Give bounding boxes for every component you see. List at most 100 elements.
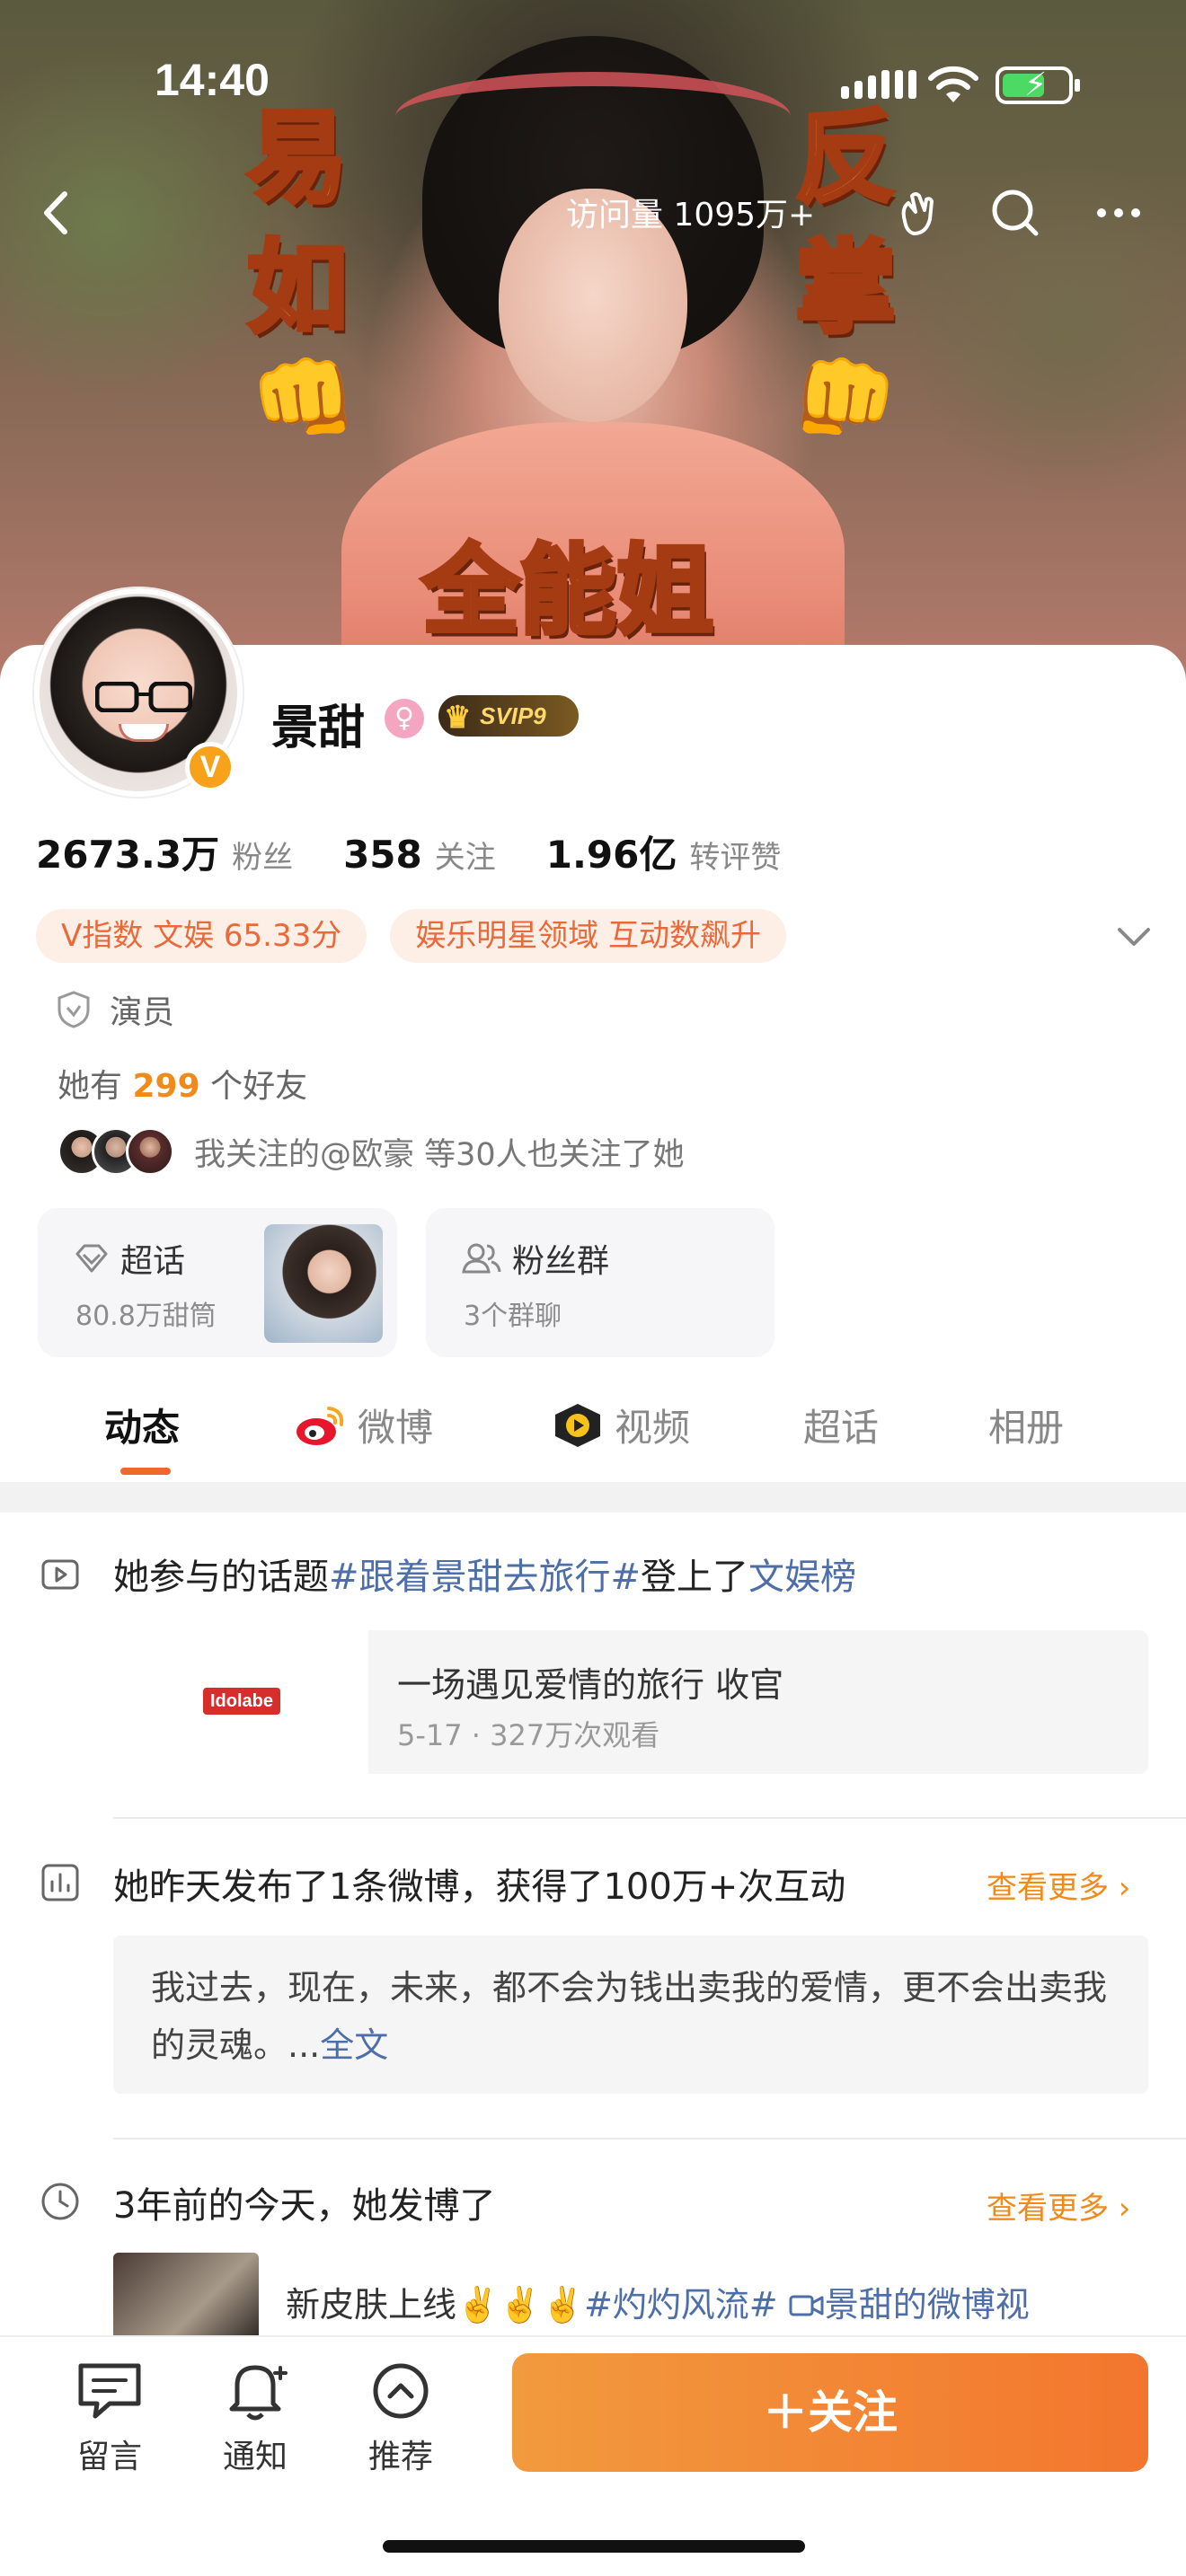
mutual-follow-row[interactable]: 我关注的@欧豪 等30人也关注了她: [58, 1127, 685, 1176]
v-index-chip[interactable]: V指数 文娱 65.33分: [36, 909, 367, 963]
super-topic-thumbnail: [264, 1224, 383, 1343]
cover-caption: 如: [245, 230, 350, 347]
friends-suffix: 个好友: [210, 1068, 308, 1105]
super-topic-title: 超话: [74, 1235, 185, 1282]
fist-emoji: 👊: [791, 348, 898, 448]
back-icon[interactable]: [27, 181, 90, 244]
view-more-link[interactable]: 查看更多 ›: [987, 1863, 1130, 1907]
follow-button[interactable]: ＋关注: [512, 2353, 1148, 2472]
recommend-label: 推荐: [367, 2439, 433, 2475]
followers-label[interactable]: 粉丝: [232, 833, 293, 877]
active-tab-indicator: [120, 1468, 171, 1475]
full-text-link[interactable]: 全文: [320, 2025, 388, 2065]
tab-weibo[interactable]: 微博: [293, 1398, 433, 1452]
tile-title-text: 粉丝群: [512, 1243, 610, 1280]
memory-thumbnail[interactable]: [113, 2253, 259, 2342]
memory-headline: 3年前的今天，她发博了: [113, 2185, 496, 2227]
cover-caption: 全能姐: [420, 535, 715, 648]
play-icon: [41, 1559, 79, 1590]
chart-icon: [41, 1864, 79, 1901]
video-card[interactable]: Idolabe 一场遇见爱情的旅行 收官 5-17 · 327万次观看: [113, 1630, 1148, 1774]
profile-tabs: 动态 微博 视频 超话 相册: [0, 1383, 1186, 1482]
female-icon: ♀: [385, 699, 424, 738]
comment-button[interactable]: 留言: [56, 2359, 164, 2477]
shield-icon: [58, 991, 90, 1028]
crown-icon: ♛: [444, 701, 472, 735]
video-camera-icon: [789, 2295, 824, 2316]
tile-title-text: 超话: [120, 1243, 186, 1280]
recommend-button[interactable]: 推荐: [347, 2359, 455, 2477]
avatar-smile: [119, 724, 169, 742]
fan-group-title: 粉丝群: [462, 1235, 609, 1282]
interactions-count: 1.96亿: [545, 833, 677, 877]
topic-link[interactable]: #跟着景甜去旅行#: [329, 1557, 641, 1598]
recommend-chevron-icon: [373, 2363, 429, 2419]
post-preview-text: 我过去，现在，未来，都不会为钱出卖我的爱情，更不会出卖我的灵魂。...全文: [151, 1968, 1108, 2065]
comment-label: 留言: [76, 2439, 142, 2475]
profile-chips: V指数 文娱 65.33分 娱乐明星领域 互动数飙升: [36, 909, 787, 963]
top-nav: 访问量 1095万+: [0, 171, 1186, 251]
fan-group-tile[interactable]: 粉丝群 3个群聊: [426, 1208, 774, 1357]
group-icon: [462, 1243, 501, 1274]
cover-caption: 掌: [793, 230, 898, 347]
super-topic-tile[interactable]: 超话 80.8万甜筒: [38, 1208, 397, 1357]
super-topic-sub: 80.8万甜筒: [75, 1301, 217, 1332]
board-link[interactable]: 文娱榜: [748, 1557, 856, 1598]
status-time: 14:40: [155, 55, 270, 105]
topic-headline[interactable]: 她参与的话题#跟着景甜去旅行#登上了文娱榜: [113, 1548, 856, 1600]
profile-stats: 2673.3万 粉丝 358 关注 1.96亿 转评赞: [36, 825, 831, 879]
cellular-signal-icon: [841, 70, 916, 99]
tab-album[interactable]: 相册: [988, 1398, 1064, 1452]
bell-plus-icon: [229, 2365, 288, 2421]
mutual-follow-text: 我关注的@欧豪 等30人也关注了她: [194, 1136, 685, 1173]
search-icon[interactable]: [984, 181, 1047, 244]
verified-badge: V: [185, 742, 235, 792]
post-preview[interactable]: 我过去，现在，未来，都不会为钱出卖我的爱情，更不会出卖我的灵魂。...全文: [113, 1936, 1148, 2094]
wifi-icon: [928, 66, 978, 102]
feed-divider: [113, 2138, 1186, 2139]
svip-badge[interactable]: ♛ SVIP9: [438, 695, 579, 737]
video-thumbnail: Idolabe: [113, 1630, 368, 1774]
more-icon[interactable]: [1087, 181, 1150, 244]
followers-count[interactable]: 2673.3万: [36, 825, 219, 879]
home-indicator: [383, 2540, 805, 2553]
clock-icon: [41, 2183, 79, 2220]
visit-count: 访问量 1095万+: [566, 197, 816, 234]
following-label[interactable]: 关注: [435, 833, 496, 877]
interactions-label: 转评赞: [689, 840, 782, 876]
diamond-icon: [75, 1244, 108, 1273]
role-text: 演员: [110, 994, 175, 1031]
notify-button[interactable]: 通知: [201, 2359, 309, 2477]
greet-hand-icon[interactable]: [885, 181, 948, 244]
tab-feed[interactable]: 动态: [104, 1398, 180, 1452]
following-count[interactable]: 358: [343, 833, 422, 877]
profile-name: 景甜: [271, 701, 366, 755]
video-link[interactable]: 景甜的微博视: [825, 2285, 1030, 2325]
friends-count[interactable]: 她有 299 个好友: [58, 1060, 307, 1107]
fist-emoji: 👊: [250, 348, 358, 448]
battery-icon: ⚡: [996, 66, 1080, 104]
tab-video[interactable]: 视频: [552, 1398, 690, 1452]
profile-screen: 易 如 反 掌 👊 👊 全能姐 14:40 ⚡ 访问量 1095万+ V 景甜 …: [0, 0, 1186, 2576]
domain-chip[interactable]: 娱乐明星领域 互动数飙升: [390, 909, 787, 963]
video-icon: [555, 1403, 600, 1447]
idolabe-logo: Idolabe: [203, 1688, 280, 1715]
status-bar: 14:40 ⚡: [0, 54, 1186, 117]
view-more-link[interactable]: 查看更多 ›: [987, 2183, 1130, 2228]
yesterday-headline: 她昨天发布了1条微博，获得了100万+次互动: [113, 1866, 846, 1908]
friends-number: 299: [132, 1068, 200, 1105]
section-divider: [0, 1482, 1186, 1513]
bottom-action-bar: 留言 通知 推荐 ＋关注: [0, 2335, 1186, 2576]
video-title: 一场遇见爱情的旅行 收官: [397, 1665, 784, 1705]
comment-icon: [78, 2363, 141, 2419]
glasses-graphic: [95, 682, 192, 712]
avatar: [126, 1127, 174, 1176]
svip-label: SVIP9: [480, 702, 546, 729]
friends-prefix: 她有: [58, 1068, 123, 1105]
tab-super-topic[interactable]: 超话: [803, 1398, 879, 1452]
memory-post-text[interactable]: 新皮肤上线✌️✌️✌️#灼灼风流# 景甜的微博视: [286, 2277, 1030, 2326]
chevron-down-icon[interactable]: [1114, 921, 1154, 953]
memory-topic-link[interactable]: #灼灼风流#: [584, 2285, 778, 2325]
role-row: 演员: [56, 986, 174, 1033]
notify-label: 通知: [222, 2439, 288, 2475]
